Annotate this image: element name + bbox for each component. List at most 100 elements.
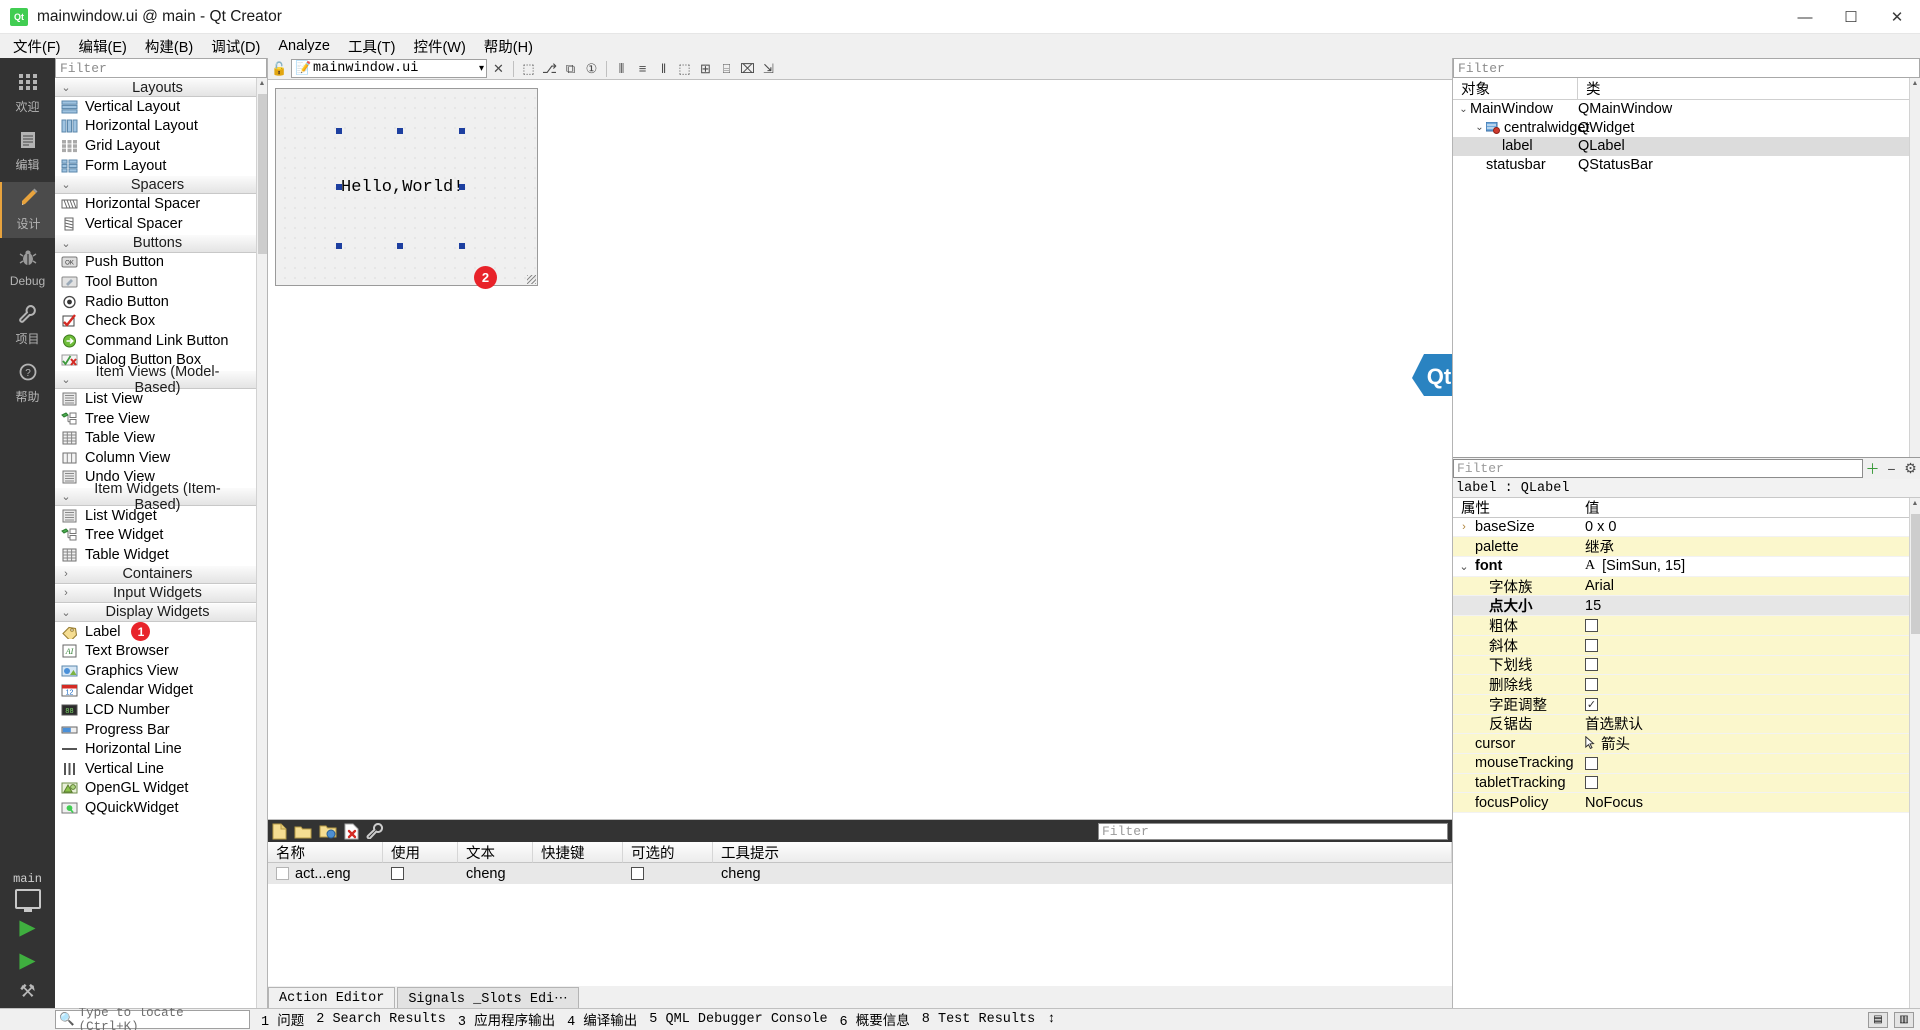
output-pane-general-info[interactable]: 6 概要信息	[834, 1009, 916, 1030]
close-document-button[interactable]: ✕	[489, 59, 508, 78]
chevron-down-icon[interactable]: ⌄	[55, 490, 77, 503]
edit-signals-slots-icon[interactable]: ⎇	[540, 59, 559, 78]
selection-handle[interactable]	[336, 243, 342, 249]
property-row-斜体[interactable]: 斜体	[1453, 635, 1909, 656]
layout-grid-icon[interactable]: ⊞	[696, 59, 715, 78]
widget-item-vertical-layout[interactable]: Vertical Layout	[55, 97, 256, 117]
widget-item-qquickwidget[interactable]: QQuickWidget	[55, 798, 256, 818]
property-row-粗体[interactable]: 粗体	[1453, 616, 1909, 636]
property-checkbox[interactable]	[1585, 618, 1598, 632]
selection-handle[interactable]	[336, 184, 342, 190]
property-value-cell[interactable]	[1581, 756, 1909, 770]
widget-item-check-box[interactable]: Check Box	[55, 311, 256, 331]
action-checkable-checkbox[interactable]	[631, 867, 644, 880]
column-header-shortcut[interactable]: 快捷键	[533, 842, 623, 863]
scroll-up-icon[interactable]: ▲	[1910, 498, 1920, 509]
property-value-cell[interactable]: ✓	[1581, 697, 1909, 711]
property-row-mousetracking[interactable]: mouseTracking	[1453, 753, 1909, 774]
tab-action-editor[interactable]: Action Editor	[268, 987, 396, 1008]
layout-vertically-icon[interactable]: ≡	[633, 59, 652, 78]
scrollbar-thumb[interactable]	[258, 94, 267, 254]
remove-property-icon[interactable]: −	[1882, 459, 1901, 478]
widget-item-vertical-line[interactable]: Vertical Line	[55, 759, 256, 779]
property-row-palette[interactable]: palette 继承	[1453, 537, 1909, 558]
widget-category-display-widgets[interactable]: ⌄ Display Widgets	[55, 602, 256, 622]
property-row-tablettracking[interactable]: tabletTracking	[1453, 773, 1909, 794]
property-row-下划线[interactable]: 下划线	[1453, 655, 1909, 676]
selection-handle[interactable]	[459, 128, 465, 134]
delete-icon[interactable]	[344, 823, 359, 840]
widget-item-grid-layout[interactable]: Grid Layout	[55, 136, 256, 156]
output-pane-more-icon[interactable]: ↕	[1041, 1012, 1061, 1027]
column-header-class[interactable]: 类	[1578, 78, 1909, 99]
output-pane-issues[interactable]: 1 问题	[255, 1009, 310, 1030]
widget-item-form-layout[interactable]: Form Layout	[55, 156, 256, 176]
add-property-icon[interactable]: ＋	[1863, 459, 1882, 478]
property-value-cell[interactable]: 箭头	[1581, 733, 1909, 754]
property-filter-input[interactable]: Filter	[1453, 459, 1863, 478]
widget-category-input-widgets[interactable]: › Input Widgets	[55, 583, 256, 603]
widget-item-push-button[interactable]: OK Push Button	[55, 253, 256, 273]
widget-item-progress-bar[interactable]: Progress Bar	[55, 720, 256, 740]
column-header-used[interactable]: 使用	[383, 842, 458, 863]
chevron-down-icon[interactable]: ⌄	[55, 178, 77, 191]
layout-form-icon[interactable]: ⌸	[717, 59, 736, 78]
adjust-size-icon[interactable]: ⇲	[759, 59, 778, 78]
close-button[interactable]: ✕	[1874, 0, 1920, 34]
object-inspector-filter[interactable]: Filter	[1453, 58, 1920, 78]
output-pane-compile-output[interactable]: 4 编译输出	[561, 1009, 643, 1030]
property-row-focuspolicy[interactable]: focusPolicy NoFocus	[1453, 793, 1909, 813]
widget-item-column-view[interactable]: Column View	[55, 448, 256, 468]
debug-button[interactable]: ▶	[19, 948, 35, 973]
mode-welcome[interactable]: 欢迎	[0, 66, 55, 122]
build-button[interactable]: ⚒	[19, 981, 35, 1002]
property-row-cursor[interactable]: cursor 箭头	[1453, 734, 1909, 754]
locator-input[interactable]: 🔍 Type to locate (Ctrl+K)	[55, 1006, 250, 1030]
widget-item-graphics-view[interactable]: Graphics View	[55, 661, 256, 681]
property-value-cell[interactable]: A [SimSun, 15]	[1581, 558, 1909, 574]
object-tree-item-statusbar[interactable]: statusbar QStatusBar	[1453, 156, 1909, 175]
maximize-button[interactable]: ☐	[1828, 0, 1874, 34]
open-folder-icon[interactable]	[294, 824, 312, 839]
widget-category-containers[interactable]: › Containers	[55, 564, 256, 584]
form-canvas[interactable]: Hello,World! 2 Qt	[268, 80, 1452, 820]
widget-box-list[interactable]: ⌄ Layouts Vertical Layout Horizontal Layout…	[55, 78, 256, 1008]
property-value-cell[interactable]	[1581, 776, 1909, 790]
selection-handle[interactable]	[336, 128, 342, 134]
object-tree-item-label[interactable]: label QLabel	[1453, 137, 1909, 156]
widget-category-item-widgets-item-based[interactable]: ⌄ Item Widgets (Item-Based)	[55, 481, 256, 513]
mode-design[interactable]: 设计	[0, 182, 55, 238]
output-toggle-icon[interactable]: ▥	[1894, 1011, 1914, 1028]
property-table[interactable]: 属性 值 › baseSize 0 x 0 palette 继承 ⌄ font A [SimSu…	[1453, 498, 1909, 1008]
target-selector-icon[interactable]	[14, 889, 41, 912]
selection-handle[interactable]	[397, 243, 403, 249]
widget-item-tree-view[interactable]: Tree View	[55, 409, 256, 429]
property-value-cell[interactable]: Arial	[1581, 578, 1909, 594]
chevron-down-icon[interactable]: ⌄	[1457, 104, 1470, 115]
property-row-点大小[interactable]: 点大小 15	[1453, 596, 1909, 617]
widget-box-filter[interactable]: Filter	[55, 58, 267, 78]
layout-splitter-v-icon[interactable]: ⬚	[675, 59, 694, 78]
action-editor-table[interactable]: 名称 使用 文本 快捷键 可选的 工具提示 act...eng cheng ch…	[268, 842, 1452, 986]
property-value-cell[interactable]	[1581, 658, 1909, 672]
tab-signals-slots-editor[interactable]: Signals _Slots Edi⋯	[397, 987, 579, 1008]
chevron-right-icon[interactable]: ›	[1453, 521, 1475, 533]
output-pane-test-results[interactable]: 8 Test Results	[916, 1012, 1041, 1027]
mode-debug[interactable]: Debug	[0, 240, 55, 296]
chevron-down-icon[interactable]: ⌄	[1473, 122, 1486, 133]
chevron-down-icon[interactable]: ⌄	[55, 81, 77, 94]
widget-box-scrollbar[interactable]: ▲	[256, 78, 267, 1008]
property-value-cell[interactable]: 15	[1581, 598, 1909, 614]
mode-help[interactable]: ? 帮助	[0, 356, 55, 412]
layout-horizontally-icon[interactable]: ⦀	[612, 59, 631, 78]
widget-item-table-widget[interactable]: Table Widget	[55, 545, 256, 565]
selection-handle[interactable]	[397, 128, 403, 134]
action-used-checkbox[interactable]	[391, 867, 404, 880]
object-inspector-body[interactable]: 对象 类 ⌄ MainWindow QMainWindow ⌄ centralwidge…	[1453, 78, 1909, 457]
column-header-checkable[interactable]: 可选的	[623, 842, 713, 863]
property-checkbox[interactable]	[1585, 776, 1598, 790]
property-row-反锯齿[interactable]: 反锯齿 首选默认	[1453, 714, 1909, 735]
edit-buddies-icon[interactable]: ⧉	[561, 59, 580, 78]
edit-widgets-icon[interactable]: ⬚	[519, 59, 538, 78]
widget-item-radio-button[interactable]: Radio Button	[55, 292, 256, 312]
